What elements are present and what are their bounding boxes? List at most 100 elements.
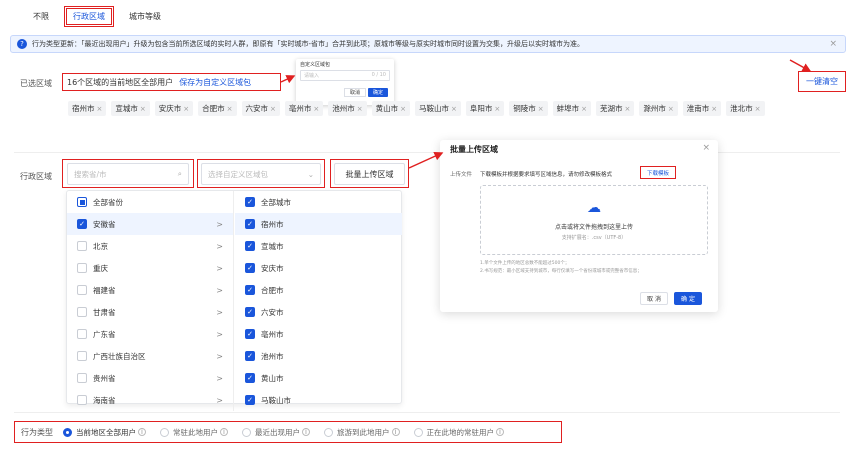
chip-close-icon[interactable]: × xyxy=(183,105,189,113)
behavior-radio[interactable]: 当前地区全部用户 i xyxy=(63,427,146,438)
chip-close-icon[interactable]: × xyxy=(400,105,406,113)
chevron-right-icon: > xyxy=(216,373,223,383)
clear-all-button[interactable]: 一键清空 xyxy=(798,71,846,92)
close-icon[interactable]: × xyxy=(829,39,837,49)
dialog-close-icon[interactable]: × xyxy=(702,143,710,153)
region-chip: 亳州市 × xyxy=(284,101,324,116)
city-row[interactable]: ✓ 池州市 xyxy=(235,345,402,367)
popup-confirm-button[interactable]: 确定 xyxy=(368,88,388,97)
province-name: 全部省份 xyxy=(93,197,123,207)
city-checkbox[interactable]: ✓ xyxy=(245,395,255,405)
city-checkbox[interactable]: ✓ xyxy=(245,351,255,361)
city-checkbox[interactable]: ✓ xyxy=(245,219,255,229)
chip-close-icon[interactable]: × xyxy=(494,105,500,113)
province-checkbox[interactable] xyxy=(77,241,87,251)
province-row[interactable]: 海南省 > xyxy=(67,389,233,411)
city-checkbox[interactable]: ✓ xyxy=(245,241,255,251)
province-row[interactable]: 甘肃省 > xyxy=(67,301,233,323)
province-row[interactable]: 广东省 > xyxy=(67,323,233,345)
chevron-right-icon: > xyxy=(216,307,223,317)
province-row[interactable]: 福建省 > xyxy=(67,279,233,301)
custom-package-select[interactable]: 选择自定义区域包 ⌄ xyxy=(201,163,321,185)
city-row[interactable]: ✓ 安庆市 xyxy=(235,257,402,279)
info-icon[interactable]: i xyxy=(138,428,146,436)
chip-close-icon[interactable]: × xyxy=(538,105,544,113)
city-row[interactable]: ✓ 马鞍山市 xyxy=(235,389,402,411)
province-checkbox[interactable] xyxy=(77,373,87,383)
province-checkbox[interactable] xyxy=(77,197,87,207)
province-checkbox[interactable] xyxy=(77,395,87,405)
chip-close-icon[interactable]: × xyxy=(711,105,717,113)
chevron-right-icon: > xyxy=(216,395,223,405)
city-checkbox[interactable]: ✓ xyxy=(245,329,255,339)
chip-close-icon[interactable]: × xyxy=(97,105,103,113)
dialog-confirm-button[interactable]: 确 定 xyxy=(674,292,702,305)
city-checkbox[interactable]: ✓ xyxy=(245,263,255,273)
search-input[interactable]: 搜索省/市 ⌕ xyxy=(67,163,189,185)
behavior-radio[interactable]: 旅游到此地用户 i xyxy=(324,427,400,438)
chip-close-icon[interactable]: × xyxy=(451,105,457,113)
province-checkbox[interactable] xyxy=(77,307,87,317)
popup-input[interactable]: 请输入 0 / 10 xyxy=(300,70,390,81)
region-chip: 六安市 × xyxy=(241,101,280,116)
chip-close-icon[interactable]: × xyxy=(755,105,761,113)
province-row[interactable]: ✓ 安徽省 > xyxy=(67,213,233,235)
behavior-radio[interactable]: 正在此地的常驻用户 i xyxy=(413,427,504,438)
city-row[interactable]: ✓ 亳州市 xyxy=(235,323,402,345)
province-checkbox[interactable] xyxy=(77,329,87,339)
province-checkbox[interactable] xyxy=(77,351,87,361)
upload-dropzone[interactable]: ☁ 点击或将文件拖拽到这里上传 支持扩展名：.csv（UTF-8） xyxy=(480,185,708,255)
radio-dot[interactable] xyxy=(242,427,251,437)
chip-close-icon[interactable]: × xyxy=(581,105,587,113)
city-row[interactable]: ✓ 黄山市 xyxy=(235,367,402,389)
province-row[interactable]: 北京 > xyxy=(67,235,233,257)
info-icon[interactable]: i xyxy=(391,428,400,436)
region-chip: 芜湖市 × xyxy=(596,101,635,116)
city-checkbox[interactable]: ✓ xyxy=(245,285,255,295)
tab-admin-region[interactable]: 行政区域 xyxy=(64,6,114,27)
info-icon[interactable]: i xyxy=(220,428,228,436)
city-checkbox[interactable]: ✓ xyxy=(245,373,255,383)
chip-close-icon[interactable]: × xyxy=(313,105,319,113)
download-template-link[interactable]: 下载模板 xyxy=(640,166,676,179)
behavior-radio[interactable]: 常驻此地用户 i xyxy=(160,427,228,438)
city-checkbox[interactable]: ✓ xyxy=(245,307,255,317)
province-checkbox[interactable] xyxy=(77,263,87,273)
province-checkbox[interactable] xyxy=(77,285,87,295)
radio-dot[interactable] xyxy=(413,427,423,437)
dialog-cancel-button[interactable]: 取 消 xyxy=(640,292,668,305)
popup-cancel-button[interactable]: 取消 xyxy=(344,88,366,97)
city-row[interactable]: ✓ 宣城市 xyxy=(235,235,402,257)
city-row[interactable]: ✓ 六安市 xyxy=(235,301,402,323)
chip-close-icon[interactable]: × xyxy=(270,105,276,113)
chip-close-icon[interactable]: × xyxy=(668,105,674,113)
city-checkbox[interactable]: ✓ xyxy=(245,197,255,207)
province-row[interactable]: 全部省份 xyxy=(67,191,233,213)
province-row[interactable]: 广西壮族自治区 > xyxy=(67,345,233,367)
city-row[interactable]: ✓ 全部城市 xyxy=(235,191,402,213)
chip-close-icon[interactable]: × xyxy=(227,105,233,113)
province-row[interactable]: 重庆 > xyxy=(67,257,233,279)
tab-unlimited[interactable]: 不限 xyxy=(24,6,58,27)
info-icon[interactable]: i xyxy=(302,428,310,436)
chip-close-icon[interactable]: × xyxy=(140,105,146,113)
info-icon[interactable]: i xyxy=(496,428,504,436)
batch-upload-button[interactable]: 批量上传区域 xyxy=(334,163,405,185)
radio-dot[interactable] xyxy=(160,427,169,437)
behavior-radio[interactable]: 最近出现用户 i xyxy=(242,427,310,438)
chip-close-icon[interactable]: × xyxy=(625,105,631,113)
chevron-right-icon: > xyxy=(216,263,223,273)
province-checkbox[interactable]: ✓ xyxy=(77,219,87,229)
save-custom-link[interactable]: 保存为自定义区域包 xyxy=(179,77,251,88)
city-row[interactable]: ✓ 合肥市 xyxy=(235,279,402,301)
arrow-to-clear xyxy=(789,59,812,72)
radio-dot[interactable] xyxy=(63,427,72,437)
province-name: 福建省 xyxy=(93,285,116,295)
radio-dot[interactable] xyxy=(324,427,333,437)
city-row[interactable]: ✓ 宿州市 xyxy=(235,213,402,235)
tab-city-level[interactable]: 城市等级 xyxy=(120,6,170,27)
province-name: 贵州省 xyxy=(93,373,116,383)
chip-close-icon[interactable]: × xyxy=(357,105,363,113)
drop-text: 点击或将文件拖拽到这里上传 xyxy=(554,223,633,231)
province-row[interactable]: 贵州省 > xyxy=(67,367,233,389)
